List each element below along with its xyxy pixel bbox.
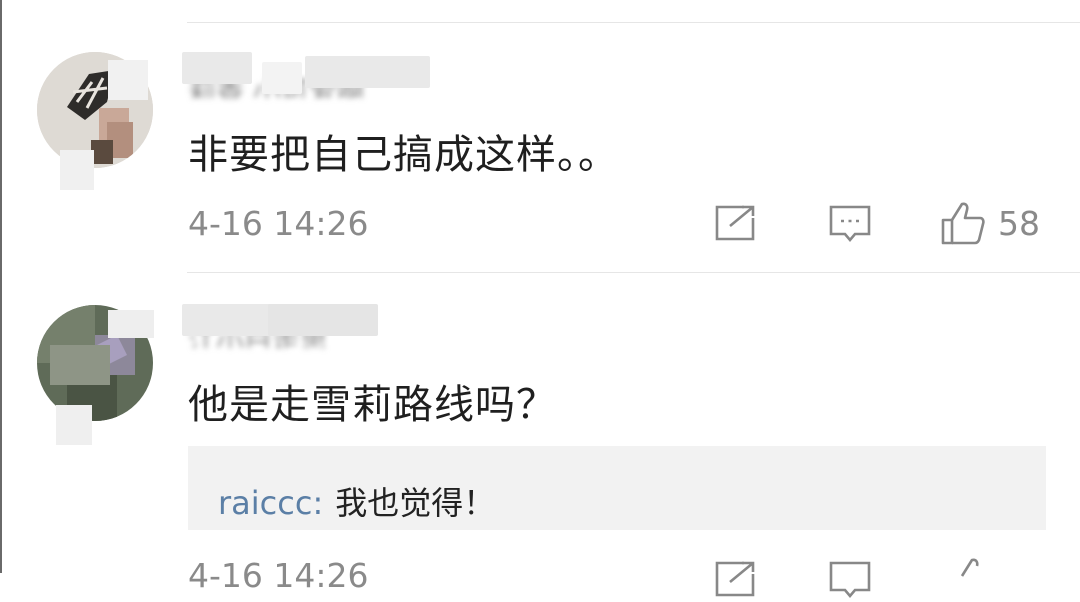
name-mosaic [262,62,302,94]
share-icon [714,204,756,242]
comment-time: 4-16 14:26 [188,204,369,243]
avatar-mosaic [50,345,110,385]
comment-button[interactable] [829,204,871,244]
reply-preview[interactable]: raiccc: 我也觉得！ [188,446,1046,530]
avatar-mosaic [60,150,94,190]
avatar-mosaic [108,310,154,338]
name-mosaic [182,304,272,336]
share-button[interactable] [714,204,756,242]
name-mosaic [305,56,430,88]
divider [187,272,1080,273]
like-icon [940,200,986,246]
divider [187,22,1080,23]
share-button[interactable] [714,560,756,598]
name-mosaic [268,304,378,336]
comment-icon [829,560,871,600]
like-count: 58 [998,203,1040,243]
name-mosaic [182,52,252,84]
comment-icon [829,204,871,244]
like-button[interactable]: 58 [940,200,1040,246]
window-edge [0,0,2,573]
reply-username[interactable]: raiccc [218,484,312,522]
comment-button[interactable] [829,560,871,600]
avatar-mosaic [108,60,148,100]
like-button[interactable] [950,556,996,602]
like-icon [950,556,996,602]
comment-time: 4-16 14:26 [188,556,369,595]
reply-line: raiccc: 我也觉得！ [218,478,495,524]
comment-text: 非要把自己搞成这样。。 [188,132,619,178]
reply-text: 我也觉得！ [335,484,496,522]
avatar-mosaic [56,405,92,445]
reply-separator: : [312,484,324,522]
comment-text: 他是走雪莉路线吗？ [188,382,557,428]
share-icon [714,560,756,598]
